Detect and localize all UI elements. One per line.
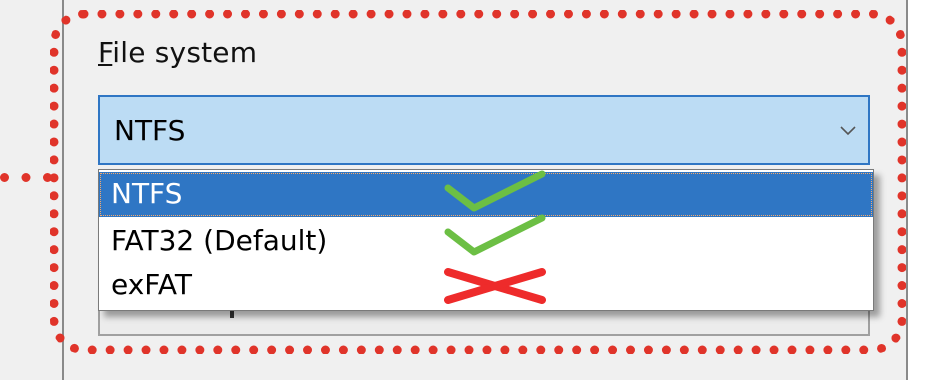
check-mark-icon <box>444 170 546 212</box>
chevron-down-icon[interactable] <box>838 115 858 145</box>
cross-mark-icon <box>444 268 546 304</box>
dialog-background-right <box>908 0 932 380</box>
file-system-combobox[interactable]: NTFS <box>98 95 870 165</box>
label-mnemonic: F <box>98 36 113 69</box>
label-text: ile system <box>112 36 258 69</box>
check-mark-icon <box>444 214 546 256</box>
file-system-label: File system <box>98 36 257 69</box>
dialog-background-left <box>0 0 62 380</box>
group-box-left-border <box>62 0 64 380</box>
highlight-pointer <box>0 173 52 182</box>
combobox-selected-value: NTFS <box>114 114 186 147</box>
